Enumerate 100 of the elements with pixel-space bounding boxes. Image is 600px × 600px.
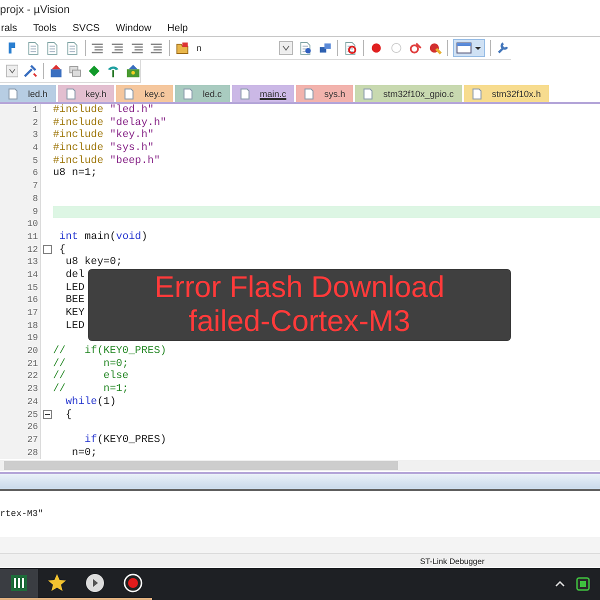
line-number: 15	[0, 282, 40, 294]
file-tab[interactable]: main.c	[232, 85, 294, 102]
document-icon[interactable]	[26, 40, 40, 56]
document-icon[interactable]	[343, 40, 358, 56]
line-number: 16	[0, 294, 40, 307]
file-tab[interactable]: stm32f10x_gpio.c	[355, 85, 462, 102]
document-icon[interactable]	[64, 40, 80, 56]
code-line: u8 key=0;	[64, 256, 122, 269]
windows-icon[interactable]	[68, 63, 82, 79]
line-number: 13	[0, 256, 40, 269]
menu-item[interactable]: Help	[166, 22, 189, 34]
taskbar-button[interactable]	[0, 568, 38, 600]
code-line: LED	[64, 320, 85, 332]
line-number: 20	[0, 345, 40, 358]
line-number: 27	[0, 434, 40, 447]
file-tab[interactable]: key.h	[58, 85, 114, 102]
line-number: 2	[0, 116, 40, 130]
code-line: KEY	[64, 307, 85, 320]
horizontal-scrollbar[interactable]	[0, 460, 600, 471]
dropdown-icon[interactable]	[279, 41, 294, 55]
file-icon	[240, 88, 250, 100]
window-button[interactable]	[453, 39, 486, 57]
code-line: LED	[64, 282, 85, 294]
line-number: 14	[0, 268, 40, 282]
box-icon[interactable]	[48, 63, 63, 79]
line-number: 22	[0, 370, 40, 384]
chip-icon[interactable]	[576, 577, 590, 591]
code-line: #include "sys.h"	[53, 142, 154, 155]
code-line: if(KEY0_PRES)	[84, 434, 166, 447]
code-line: int main(void)	[58, 230, 148, 244]
file-icon	[182, 88, 193, 100]
code-line: while(1)	[64, 396, 116, 409]
code-line: // if(KEY0_PRES)	[53, 345, 166, 358]
file-icon	[124, 88, 134, 100]
line-number: 19	[0, 332, 40, 346]
play-icon	[85, 573, 105, 593]
code-line: u8 n=1;	[53, 167, 98, 180]
scrollbar-thumb[interactable]	[4, 461, 398, 470]
line-number: 1	[0, 104, 40, 117]
error-caption: failed-Cortex-M3	[188, 305, 410, 339]
code-line: BEE	[64, 294, 85, 308]
line-number: 23	[0, 383, 40, 396]
line-number: 18	[0, 320, 40, 332]
folder-icon[interactable]	[174, 40, 190, 56]
file-icon	[66, 88, 76, 100]
code-line: {	[64, 408, 72, 422]
file-tab[interactable]: key.c	[116, 85, 173, 102]
code-line: // n=1;	[53, 383, 129, 396]
star-icon	[47, 573, 67, 593]
line-number: 5	[0, 154, 40, 168]
line-number: 28	[0, 446, 40, 460]
file-tab[interactable]: stm32f10x.h	[464, 85, 549, 102]
menu-item[interactable]: Window	[114, 22, 152, 34]
wand-icon[interactable]	[23, 63, 38, 79]
code-line: // else	[53, 370, 129, 383]
fold-marker-icon[interactable]	[42, 245, 52, 254]
menu-item[interactable]: SVCS	[71, 22, 101, 34]
line-number: 24	[0, 396, 40, 408]
house-icon[interactable]	[126, 63, 140, 79]
file-tab[interactable]: sys.h	[296, 85, 354, 102]
file-icon	[8, 88, 18, 100]
code-line: {	[58, 244, 66, 256]
file-tab[interactable]: led.c	[174, 85, 230, 102]
window-title: projx - µVision	[0, 4, 70, 16]
find-field[interactable]: n	[194, 40, 294, 56]
file-icon	[363, 88, 374, 100]
code-line: #include "key.h"	[53, 129, 154, 142]
line-number: 17	[0, 307, 40, 320]
line-number: 11	[0, 230, 40, 244]
code-line: // n=0;	[53, 358, 129, 370]
document-icon[interactable]	[298, 40, 313, 56]
line-number: 25	[0, 408, 40, 422]
code-line: #include "beep.h"	[53, 154, 160, 168]
document-icon[interactable]	[45, 40, 60, 56]
wrench-icon[interactable]	[496, 40, 511, 56]
code-line: #include "delay.h"	[53, 116, 166, 129]
debugger-status: ST-Link Debugger	[420, 556, 484, 566]
line-number: 8	[0, 192, 40, 206]
window-icon	[456, 41, 482, 55]
line-number: 26	[0, 421, 40, 434]
collapse-icon[interactable]	[42, 410, 52, 420]
code-line: #include "led.h"	[53, 104, 154, 117]
menu-item[interactable]: rals	[0, 22, 18, 34]
dropdown-icon[interactable]	[6, 64, 18, 78]
error-caption: Error Flash Download	[154, 271, 445, 305]
diamond-icon[interactable]	[87, 63, 102, 79]
line-number: 3	[0, 129, 40, 142]
app-icon	[9, 573, 29, 593]
line-number: 4	[0, 142, 40, 155]
output-text: rtex-M3"	[0, 509, 44, 519]
line-number: 10	[0, 218, 40, 231]
file-icon	[472, 88, 482, 100]
code-line: n=0;	[70, 446, 98, 460]
file-tab[interactable]: led.h	[0, 85, 56, 102]
menu-item[interactable]: Tools	[32, 22, 58, 34]
line-number: 21	[0, 358, 40, 370]
line-number: 9	[0, 206, 40, 218]
line-number: 6	[0, 167, 40, 180]
line-number: 7	[0, 180, 40, 193]
line-number: 12	[0, 244, 40, 256]
